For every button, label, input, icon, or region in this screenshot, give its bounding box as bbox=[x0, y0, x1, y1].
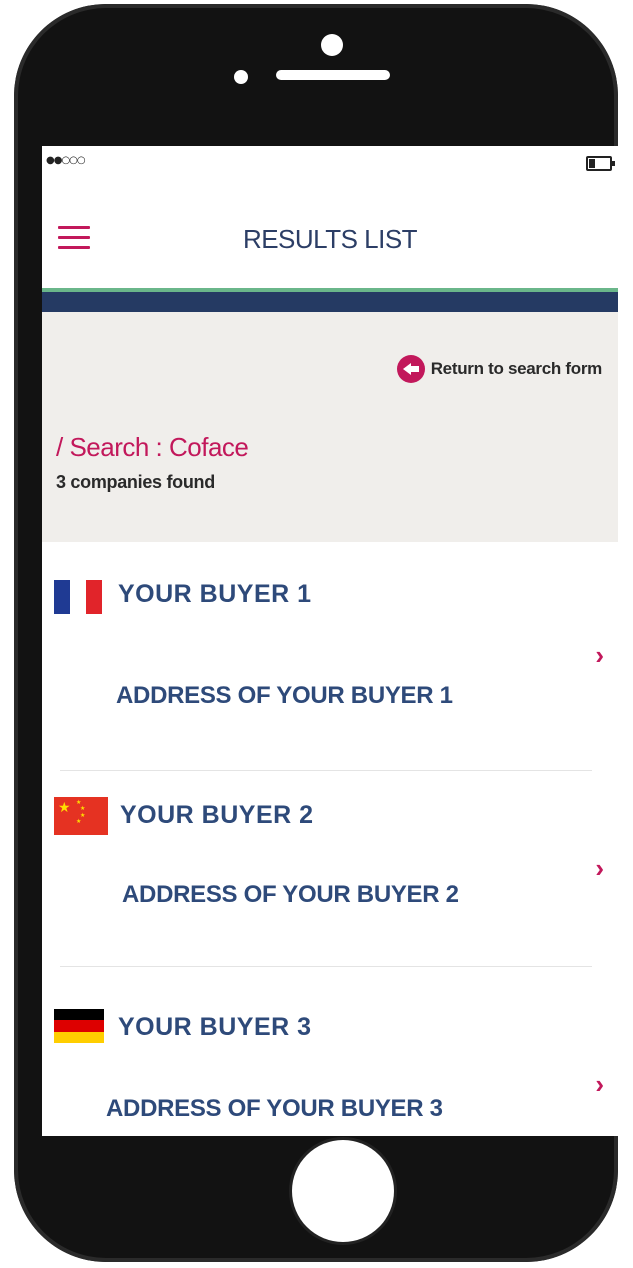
front-camera bbox=[321, 34, 343, 56]
page-title: RESULTS LIST bbox=[242, 224, 418, 254]
arrow-left-circle-icon bbox=[396, 355, 425, 383]
result-address: ADDRESS OF YOUR BUYER 3 bbox=[106, 1095, 443, 1122]
result-address: ADDRESS OF YOUR BUYER 1 bbox=[116, 682, 453, 709]
status-bar: ●●○○○ bbox=[42, 146, 618, 180]
battery-tip bbox=[612, 161, 615, 166]
result-item-2[interactable]: ★ ★ ★ ★ ★ YOUR BUYER 2 › ADDRESS OF YOUR… bbox=[42, 771, 618, 967]
search-term: / Search : Coface bbox=[56, 432, 249, 462]
battery-icon bbox=[586, 156, 615, 171]
result-name: YOUR BUYER 1 bbox=[118, 580, 312, 608]
app-header: RESULTS LIST bbox=[42, 180, 618, 288]
chevron-right-icon[interactable]: › bbox=[595, 853, 604, 884]
china-flag-icon: ★ ★ ★ ★ ★ bbox=[54, 797, 108, 835]
proximity-sensor bbox=[234, 70, 248, 84]
battery-fill bbox=[589, 159, 595, 168]
chevron-right-icon[interactable]: › bbox=[595, 1069, 604, 1100]
chevron-right-icon[interactable]: › bbox=[595, 640, 604, 671]
france-flag-icon bbox=[54, 580, 102, 614]
signal-strength-indicator: ●●○○○ bbox=[46, 155, 86, 166]
header-navy-stripe bbox=[42, 292, 618, 312]
results-count: 3 companies found bbox=[56, 472, 215, 492]
result-item-1[interactable]: YOUR BUYER 1 › ADDRESS OF YOUR BUYER 1 bbox=[42, 542, 618, 768]
flag-star: ★ bbox=[58, 799, 71, 815]
germany-flag-icon bbox=[54, 1009, 104, 1043]
return-to-search-link[interactable]: Return to search form bbox=[396, 354, 603, 384]
result-name: YOUR BUYER 2 bbox=[120, 801, 314, 829]
flag-star: ★ bbox=[76, 819, 82, 825]
result-address: ADDRESS OF YOUR BUYER 2 bbox=[122, 881, 459, 908]
result-item-3[interactable]: YOUR BUYER 3 › ADDRESS OF YOUR BUYER 3 bbox=[42, 967, 618, 1136]
home-button[interactable] bbox=[292, 1140, 394, 1242]
earpiece-speaker bbox=[276, 70, 390, 80]
result-name: YOUR BUYER 3 bbox=[118, 1013, 312, 1041]
return-link-label: Return to search form bbox=[430, 359, 603, 378]
flag-star: ★ bbox=[80, 806, 86, 812]
search-summary-panel: Return to search form / Search : Coface … bbox=[42, 312, 618, 542]
app-screen: ●●○○○ RESULTS LIST Return to search form… bbox=[42, 146, 618, 1136]
